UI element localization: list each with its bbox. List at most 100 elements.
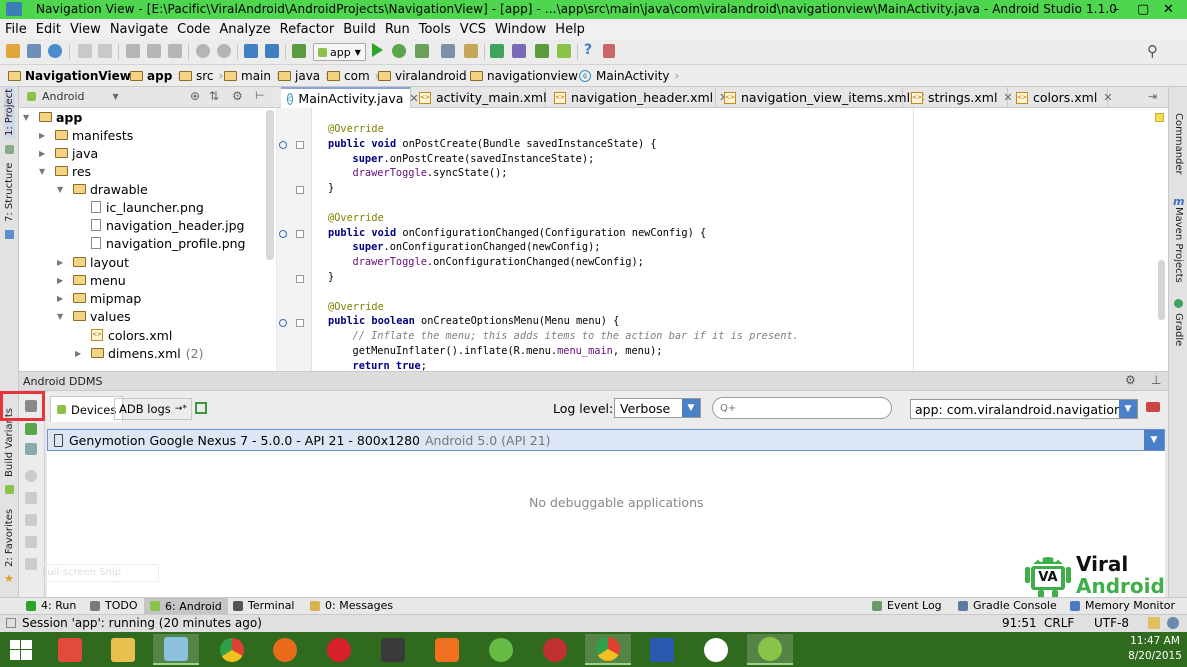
tree-item-file[interactable]: navigation_header.jpg bbox=[91, 216, 244, 234]
breadcrumb-item[interactable]: src › bbox=[179, 68, 223, 84]
menu-file[interactable]: File bbox=[5, 22, 27, 37]
menu-build[interactable]: Build bbox=[343, 22, 376, 37]
tab-navigation-view-items[interactable]: <>navigation_view_items.xml✕ bbox=[718, 87, 925, 108]
tip-icon[interactable] bbox=[603, 44, 615, 58]
hide-panel-icon[interactable]: ⊥ bbox=[1151, 373, 1161, 387]
menu-tools[interactable]: Tools bbox=[419, 22, 451, 37]
restart-icon[interactable] bbox=[25, 423, 37, 435]
tool-run[interactable]: 4: Run bbox=[26, 599, 76, 612]
code-line[interactable]: } bbox=[328, 181, 334, 196]
taskbar-snipping[interactable] bbox=[153, 634, 199, 665]
debug-icon[interactable] bbox=[392, 44, 406, 58]
code-line[interactable]: super.onPostCreate(savedInstanceState); bbox=[353, 152, 595, 167]
editor-scrollbar[interactable] bbox=[1158, 260, 1165, 320]
tab-strings[interactable]: <> strings.xml ✕ bbox=[905, 87, 1013, 108]
collapse-icon[interactable]: ⇅ bbox=[209, 89, 219, 103]
taskbar-opera[interactable] bbox=[316, 634, 362, 665]
menu-code[interactable]: Code bbox=[177, 22, 210, 37]
taskbar-flickr[interactable] bbox=[693, 634, 739, 665]
copy-icon[interactable] bbox=[147, 44, 161, 58]
fold-marker-icon[interactable] bbox=[296, 275, 304, 283]
minimize-button[interactable]: – bbox=[1113, 2, 1120, 17]
run-icon[interactable] bbox=[372, 43, 383, 57]
code-line[interactable]: // Inflate the menu; this adds items to … bbox=[353, 329, 799, 344]
tree-item-app[interactable]: ▼ app bbox=[23, 108, 82, 126]
fold-marker-icon[interactable] bbox=[296, 319, 304, 327]
project-structure-icon[interactable] bbox=[441, 44, 455, 58]
log-search-input[interactable]: Q+ bbox=[712, 397, 892, 419]
taskbar-media[interactable] bbox=[532, 634, 578, 665]
code-line[interactable]: @Override bbox=[328, 300, 384, 315]
hide-panel-icon[interactable]: ⊢ bbox=[255, 89, 265, 102]
tab-mainactivity[interactable]: c MainActivity.java ✕ bbox=[281, 87, 419, 108]
menu-edit[interactable]: Edit bbox=[36, 22, 61, 37]
save-icon[interactable] bbox=[27, 44, 41, 58]
code-line[interactable]: @Override bbox=[328, 122, 384, 137]
run-config-select[interactable]: app ▼ bbox=[313, 43, 366, 61]
menu-run[interactable]: Run bbox=[385, 22, 410, 37]
override-marker-icon[interactable] bbox=[279, 230, 287, 238]
override-marker-icon[interactable] bbox=[279, 319, 287, 327]
stop-icon[interactable] bbox=[25, 470, 37, 482]
tree-item-file[interactable]: <> colors.xml bbox=[91, 326, 172, 344]
taskbar-word[interactable] bbox=[639, 634, 685, 665]
code-editor[interactable]: @Override public void onPostCreate(Bundle… bbox=[312, 108, 1168, 371]
taskbar-chrome-2[interactable] bbox=[585, 634, 631, 665]
filter-config-icon[interactable] bbox=[1146, 402, 1160, 412]
sync-icon[interactable] bbox=[48, 44, 62, 58]
tool-event-log[interactable]: Event Log bbox=[872, 599, 942, 612]
tree-item-file[interactable]: ic_launcher.png bbox=[91, 198, 204, 216]
menu-help[interactable]: Help bbox=[555, 22, 585, 37]
menu-vcs[interactable]: VCS bbox=[460, 22, 486, 37]
paste-icon[interactable] bbox=[168, 44, 182, 58]
taskbar-metro[interactable] bbox=[47, 634, 93, 665]
heap-icon[interactable] bbox=[25, 492, 37, 504]
tool-gradle-console[interactable]: Gradle Console bbox=[958, 599, 1057, 612]
taskbar-android-studio[interactable] bbox=[747, 634, 793, 665]
tree-item-menu[interactable]: ▶ menu bbox=[57, 271, 126, 289]
taskbar-sublime[interactable] bbox=[370, 634, 416, 665]
terminate-icon[interactable] bbox=[25, 558, 37, 570]
taskbar-xampp[interactable] bbox=[424, 634, 470, 665]
lock-icon[interactable] bbox=[1148, 617, 1160, 629]
tab-adb-logs[interactable]: ADB logs →* bbox=[114, 398, 192, 420]
sync-gradle-icon[interactable] bbox=[490, 44, 504, 58]
tool-window-toggle-icon[interactable] bbox=[6, 618, 16, 628]
search-everywhere-icon[interactable]: ⚲ bbox=[1147, 42, 1158, 60]
tool-favorites[interactable]: 2: Favorites bbox=[4, 509, 15, 567]
android-monitor-icon[interactable] bbox=[557, 44, 571, 58]
close-button[interactable]: ✕ bbox=[1163, 2, 1174, 17]
menu-analyze[interactable]: Analyze bbox=[219, 22, 270, 37]
code-line[interactable]: public boolean onCreateOptionsMenu(Menu … bbox=[328, 314, 619, 329]
tree-item-manifests[interactable]: ▶ manifests bbox=[39, 126, 133, 144]
tool-commander[interactable]: Commander bbox=[1173, 113, 1184, 175]
app-filter-select[interactable]: app: com.viralandroid.navigationview ▼ bbox=[910, 399, 1138, 419]
code-line[interactable]: getMenuInflater().inflate(R.menu.menu_ma… bbox=[353, 344, 663, 359]
fold-marker-icon[interactable] bbox=[296, 230, 304, 238]
breadcrumb-item[interactable]: com› bbox=[327, 68, 379, 84]
taskbar-chrome[interactable] bbox=[209, 634, 255, 665]
fold-marker-icon[interactable] bbox=[296, 186, 304, 194]
menu-view[interactable]: View bbox=[70, 22, 101, 37]
clock[interactable]: 11:47 AM 8/20/2015 bbox=[1128, 635, 1182, 662]
code-line[interactable]: drawerToggle.onConfigurationChanged(newC… bbox=[353, 255, 644, 270]
tool-project[interactable]: 1: Project bbox=[4, 85, 15, 139]
avd-manager-icon[interactable] bbox=[512, 44, 526, 58]
breadcrumb-item[interactable]: NavigationView› bbox=[8, 68, 141, 84]
inspector-icon[interactable] bbox=[1167, 617, 1179, 629]
gear-icon[interactable]: ⚙ bbox=[1125, 373, 1136, 387]
override-marker-icon[interactable] bbox=[279, 141, 287, 149]
undo-icon[interactable] bbox=[78, 44, 92, 58]
settings-icon[interactable] bbox=[464, 44, 478, 58]
start-button[interactable] bbox=[10, 640, 32, 660]
tool-messages[interactable]: 0: Messages bbox=[310, 599, 393, 612]
code-line[interactable]: @Override bbox=[328, 211, 384, 226]
find-icon[interactable] bbox=[196, 44, 210, 58]
taskbar-firefox[interactable] bbox=[262, 634, 308, 665]
tool-terminal[interactable]: Terminal bbox=[233, 599, 295, 612]
threads-icon[interactable] bbox=[25, 514, 37, 526]
taskbar-utorrent[interactable] bbox=[478, 634, 524, 665]
tree-item-java[interactable]: ▶ java bbox=[39, 144, 98, 162]
maximize-button[interactable]: ▢ bbox=[1137, 2, 1149, 17]
sdk-manager-icon[interactable] bbox=[535, 44, 549, 58]
